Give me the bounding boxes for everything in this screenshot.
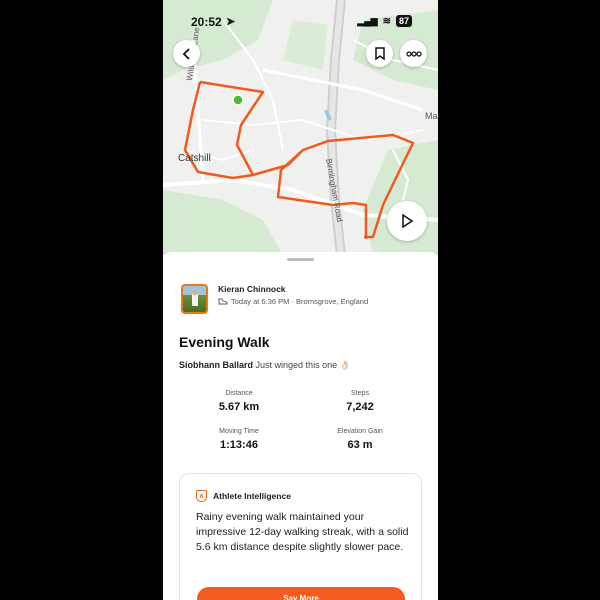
activity-sheet: Kieran Chinnock Today at 6:36 PM · Broms…	[163, 252, 438, 600]
stat-value: 5.67 km	[218, 401, 260, 413]
stat-steps: Steps 7,242	[315, 390, 405, 413]
play-flyover-button[interactable]	[387, 201, 427, 241]
wifi-icon: ≋	[382, 15, 391, 27]
stat-distance: Distance 5.67 km	[194, 390, 284, 413]
say-more-button[interactable]: Say More	[197, 587, 405, 600]
ai-header: ∧ Athlete Intelligence	[196, 490, 291, 502]
stat-elevation: Elevation Gain 63 m	[315, 428, 405, 451]
drag-handle[interactable]	[287, 258, 314, 261]
avatar-image	[183, 286, 206, 306]
athlete-intelligence-card: ∧ Athlete Intelligence Rainy evening wal…	[179, 473, 422, 600]
signal-icon: ▂▄▆	[357, 15, 378, 26]
chevron-left-icon	[182, 47, 190, 60]
athlete-intelligence-icon: ∧	[196, 490, 207, 502]
stat-label: Elevation Gain	[337, 428, 383, 435]
activity-date-location: Today at 6:36 PM · Bromsgrove, England	[231, 297, 369, 306]
stat-label: Distance	[225, 390, 253, 397]
more-options-button[interactable]	[400, 40, 427, 67]
battery-icon: 87	[395, 15, 412, 27]
stat-moving-time: Moving Time 1:13:46	[194, 428, 284, 451]
bookmark-button[interactable]	[366, 40, 393, 67]
kudos-text: Just winged this one 👌🏻	[255, 360, 351, 370]
phone-screen: 20:52 ➤ ▂▄▆ ≋ 87 Wildmoor Lane Catshill …	[163, 0, 438, 600]
play-icon	[402, 214, 413, 228]
location-arrow-icon: ➤	[226, 16, 236, 28]
bookmark-icon	[374, 47, 385, 60]
stat-value: 7,242	[346, 401, 374, 413]
status-icons: ▂▄▆ ≋ 87	[357, 15, 412, 27]
stat-label: Moving Time	[219, 428, 259, 435]
map-label-edge: Mar	[425, 111, 438, 121]
shoe-icon	[218, 298, 228, 305]
stat-value: 63 m	[347, 439, 373, 451]
map-label-catshill: Catshill	[178, 153, 211, 164]
activity-title: Evening Walk	[179, 334, 270, 350]
stat-value: 1:13:46	[220, 439, 258, 451]
kudos-author[interactable]: Siobhann Ballard	[179, 360, 253, 370]
route-map[interactable]: 20:52 ➤ ▂▄▆ ≋ 87 Wildmoor Lane Catshill …	[163, 0, 438, 255]
athlete-name[interactable]: Kieran Chinnock	[218, 284, 286, 294]
kudos-comment[interactable]: Siobhann Ballard Just winged this one 👌🏻	[179, 360, 351, 371]
ai-title: Athlete Intelligence	[213, 491, 291, 501]
status-bar: 20:52 ➤ ▂▄▆ ≋ 87	[163, 12, 438, 32]
activity-meta: Today at 6:36 PM · Bromsgrove, England	[218, 297, 368, 306]
stat-label: Steps	[351, 390, 369, 397]
ai-summary: Rainy evening walk maintained your impre…	[196, 511, 409, 553]
more-icon	[405, 50, 422, 57]
avatar[interactable]	[181, 284, 208, 314]
back-button[interactable]	[173, 40, 200, 67]
